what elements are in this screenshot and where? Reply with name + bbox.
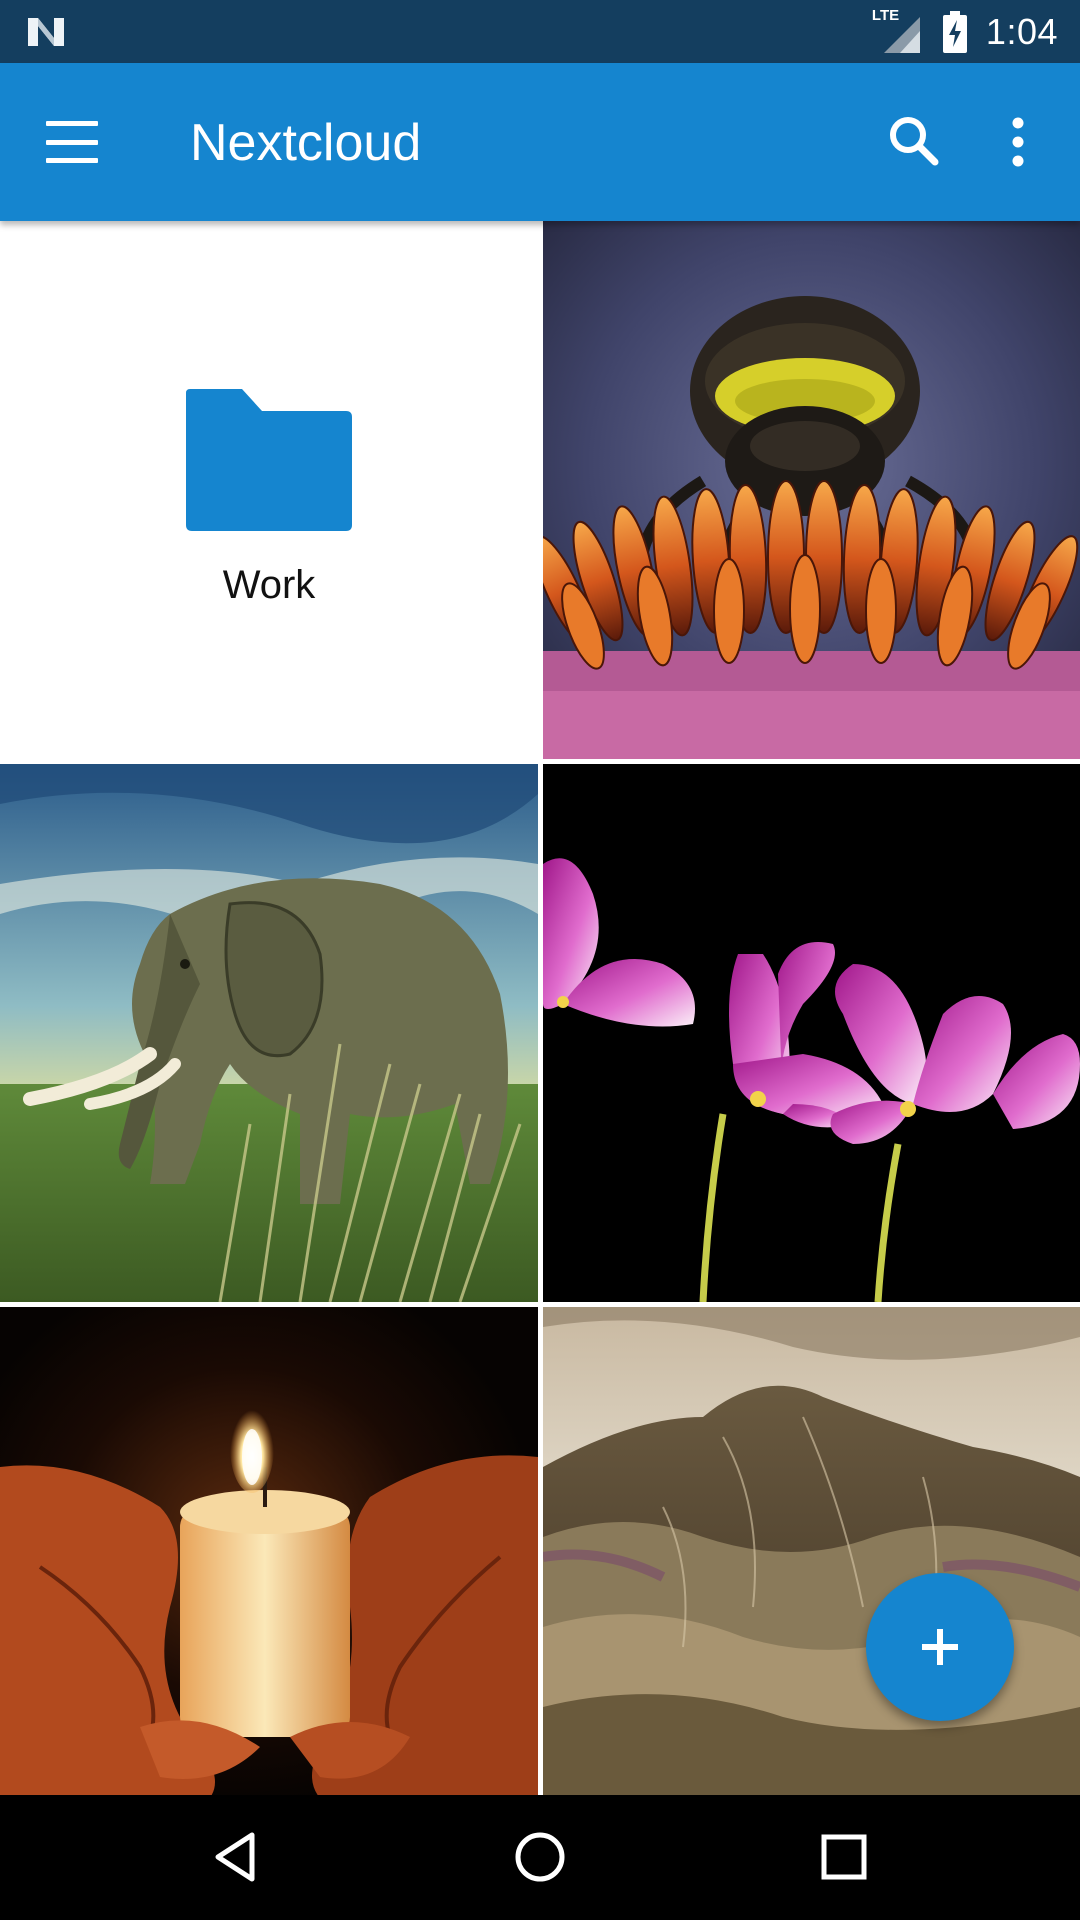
menu-icon[interactable] <box>42 115 102 169</box>
home-icon[interactable] <box>500 1817 580 1897</box>
battery-charging-icon <box>942 10 967 53</box>
more-vert-icon[interactable] <box>990 107 1046 177</box>
app-title: Nextcloud <box>190 114 422 172</box>
add-icon <box>922 1629 958 1665</box>
elephant-in-grass-image <box>0 764 538 1302</box>
search-icon[interactable] <box>880 107 950 177</box>
image-thumbnail-bee[interactable] <box>543 221 1080 759</box>
app-bar: Nextcloud <box>0 63 1080 221</box>
candle-in-hands-image <box>0 1307 538 1795</box>
bee-on-flower-image <box>543 221 1080 759</box>
navigation-bar <box>0 1795 1080 1920</box>
pink-cosmos-flowers-image <box>543 764 1080 1302</box>
recents-icon[interactable] <box>804 1817 884 1897</box>
n-logo-icon <box>28 17 64 46</box>
status-bar: LTE 1:04 <box>0 0 1080 63</box>
image-thumbnail-hills[interactable] <box>543 1307 1080 1795</box>
add-fab-button[interactable] <box>866 1573 1014 1721</box>
folder-label: Work <box>222 563 316 607</box>
rolling-hills-image <box>543 1307 1080 1795</box>
folder-icon <box>186 389 352 531</box>
status-time: 1:04 <box>985 10 1058 52</box>
folder-tile-work[interactable]: Work <box>0 221 538 759</box>
image-thumbnail-elephant[interactable] <box>0 764 538 1302</box>
file-grid: Work <box>0 221 1080 1795</box>
image-thumbnail-candle[interactable] <box>0 1307 538 1795</box>
image-thumbnail-flowers[interactable] <box>543 764 1080 1302</box>
signal-icon: LTE <box>870 7 924 55</box>
back-icon[interactable] <box>196 1817 276 1897</box>
